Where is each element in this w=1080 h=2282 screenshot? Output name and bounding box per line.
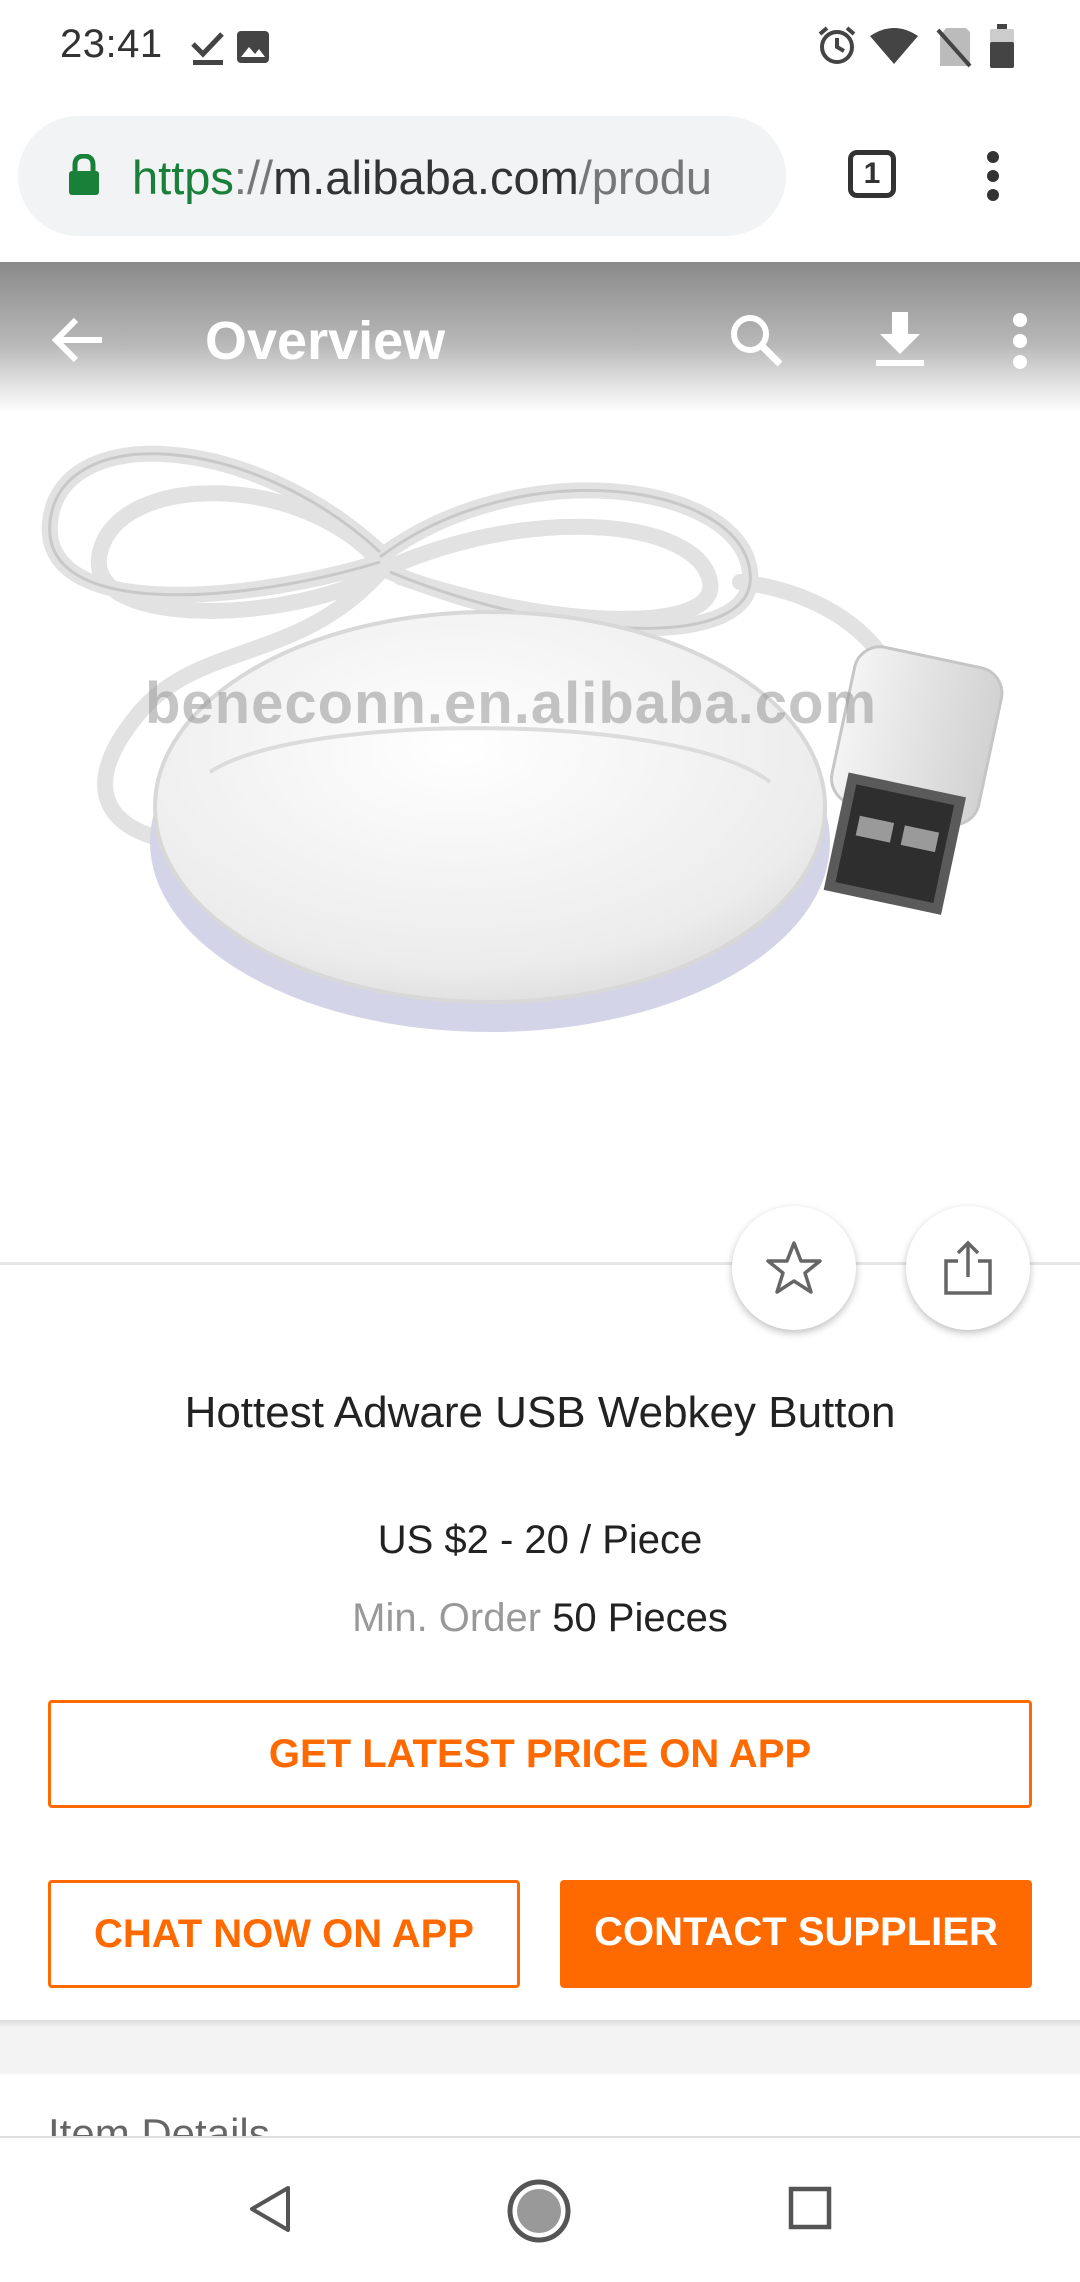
status-bar: 23:41 [0,0,1080,96]
alarm-icon [818,26,856,64]
usb-button-illustration [41,445,1004,1032]
download-icon[interactable] [874,312,926,368]
url-separator: :// [233,151,274,204]
status-time: 23:41 [60,22,163,66]
browser-menu-icon[interactable] [986,150,1000,202]
product-image [0,412,1080,1262]
star-icon [766,1241,822,1294]
page-title: Overview [205,311,446,371]
share-icon [944,1240,992,1295]
share-button[interactable] [906,1206,1030,1330]
wifi-icon [870,28,918,64]
check-download-icon [191,32,224,65]
back-arrow-icon[interactable] [50,316,104,364]
nav-recents-icon[interactable] [788,2186,832,2230]
product-title: Hottest Adware USB Webkey Button [184,1388,896,1437]
image-watermark: beneconn.en.alibaba.com [145,671,878,736]
card-shadow [0,2020,1080,2028]
chat-now-button[interactable]: CHAT NOW ON APP [48,1880,520,1988]
section-gap [0,2028,1080,2074]
nav-back-icon[interactable] [248,2184,292,2234]
lock-icon [69,154,99,195]
item-details-heading: Item Details [48,2110,270,2138]
url-scheme: https [132,151,234,204]
battery-icon [990,24,1014,68]
tab-switcher-button[interactable]: 1 [848,150,896,198]
favorite-button[interactable] [732,1206,856,1330]
min-order: Min. Order 50 Pieces [0,1596,1080,1641]
image-icon [237,31,269,63]
url-host: m.alibaba.com [273,151,579,204]
product-price: US $2 - 20 / Piece [377,1518,703,1562]
nav-home-icon[interactable] [506,2178,572,2244]
url-path: /produ [578,151,713,204]
no-sim-icon [936,28,972,68]
min-order-value: 50 Pieces [552,1596,728,1640]
url-text[interactable]: https://m.alibaba.com/produ [132,150,752,205]
search-icon[interactable] [728,312,784,368]
overflow-menu-icon[interactable] [1010,312,1030,370]
min-order-label: Min. Order [352,1596,542,1640]
system-nav-bar [0,2136,1080,2282]
contact-supplier-button[interactable]: CONTACT SUPPLIER [560,1880,1032,1988]
get-latest-price-button[interactable]: GET LATEST PRICE ON APP [48,1700,1032,1808]
